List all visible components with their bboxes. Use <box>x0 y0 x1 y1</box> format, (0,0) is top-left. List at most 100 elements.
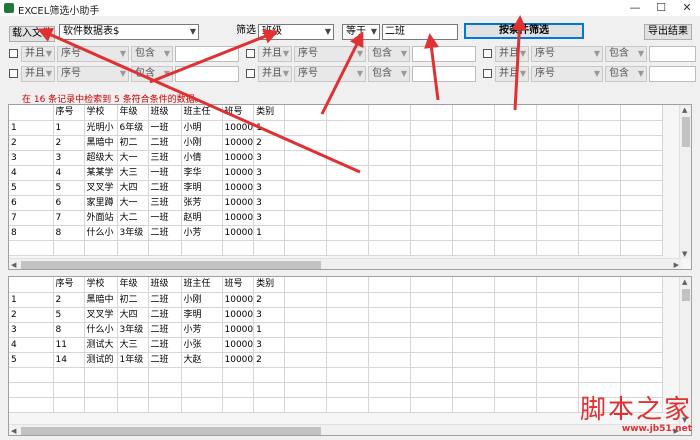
table-cell[interactable]: 1 <box>253 225 286 241</box>
table-cell[interactable]: 10000 <box>222 150 255 166</box>
column-header[interactable]: 班级 <box>148 277 182 293</box>
field-select[interactable]: 班级 ▼ <box>258 24 334 40</box>
table-row[interactable]: 5 5 叉叉学 大四 二班 李明 10000 3 <box>9 180 664 196</box>
condition-value-input[interactable] <box>175 46 239 62</box>
condition-logic-select[interactable]: 并且 ▼ <box>21 66 55 82</box>
table-cell[interactable]: 测试大 <box>84 337 118 353</box>
table-cell[interactable]: 三班 <box>148 195 182 211</box>
scroll-down-icon[interactable]: ▼ <box>682 250 687 258</box>
table-row[interactable] <box>9 367 664 383</box>
table-cell[interactable]: 10000 <box>222 337 255 353</box>
table-cell[interactable]: 初二 <box>117 292 149 308</box>
column-header[interactable]: 班号 <box>222 277 255 293</box>
table-cell[interactable]: 1年级 <box>117 352 149 368</box>
table-cell[interactable]: 赵明 <box>181 210 223 226</box>
table-row[interactable]: 2 2 黑暗中 初二 二班 小刚 10000 2 <box>9 135 664 151</box>
table-cell[interactable]: 小刚 <box>181 292 223 308</box>
table-cell[interactable]: 初二 <box>117 135 149 151</box>
row-header[interactable]: 2 <box>9 307 54 323</box>
table-row[interactable]: 3 8 什么小 3年级 二班 小芳 10000 1 <box>9 322 664 338</box>
scroll-right-icon[interactable]: ▶ <box>674 261 679 269</box>
table-cell[interactable]: 超级大 <box>84 150 118 166</box>
table-cell[interactable]: 8 <box>53 322 85 338</box>
minimize-button[interactable]: — <box>622 0 648 16</box>
row-header[interactable]: 1 <box>9 292 54 308</box>
table-cell[interactable]: 三班 <box>148 150 182 166</box>
close-button[interactable]: ✕ <box>674 0 700 16</box>
table-cell[interactable]: 小张 <box>181 337 223 353</box>
condition-enable-checkbox[interactable] <box>246 49 255 58</box>
condition-field-select[interactable]: 序号 ▼ <box>531 46 603 62</box>
table-cell[interactable]: 10000 <box>222 292 255 308</box>
table-row[interactable] <box>9 397 664 413</box>
scroll-thumb[interactable] <box>21 427 321 435</box>
table-row[interactable]: 1 2 黑暗中 初二 二班 小刚 10000 2 <box>9 292 664 308</box>
table-cell[interactable]: 小芳 <box>181 322 223 338</box>
table-cell[interactable]: 8 <box>53 225 85 241</box>
row-header[interactable]: 5 <box>9 180 54 196</box>
table-cell[interactable]: 大三 <box>117 337 149 353</box>
table-cell[interactable]: 某某学 <box>84 165 118 181</box>
export-button[interactable]: 导出结果 <box>644 24 692 40</box>
table-row[interactable]: 5 14 测试的 1年级 二班 大赵 10000 2 <box>9 352 664 368</box>
table-cell[interactable]: 李华 <box>181 165 223 181</box>
row-header[interactable]: 4 <box>9 165 54 181</box>
table-cell[interactable]: 10000 <box>222 307 255 323</box>
table-cell[interactable]: 一班 <box>148 120 182 136</box>
row-header[interactable]: 3 <box>9 150 54 166</box>
column-header[interactable]: 学校 <box>84 277 118 293</box>
condition-logic-select[interactable]: 并且 ▼ <box>258 46 292 62</box>
table-cell[interactable]: 10000 <box>222 165 255 181</box>
condition-logic-select[interactable]: 并且 ▼ <box>495 66 529 82</box>
source-vertical-scrollbar[interactable]: ▲ ▼ <box>679 105 691 259</box>
column-header[interactable]: 学校 <box>84 105 118 121</box>
row-header[interactable]: 8 <box>9 225 54 241</box>
row-header[interactable]: 5 <box>9 352 54 368</box>
sheet-select[interactable]: 软件数据表$ ▼ <box>59 24 199 40</box>
condition-field-select[interactable]: 序号 ▼ <box>531 66 603 82</box>
condition-logic-select[interactable]: 并且 ▼ <box>21 46 55 62</box>
row-header[interactable]: 4 <box>9 337 54 353</box>
table-cell[interactable]: 1 <box>253 120 286 136</box>
table-cell[interactable]: 10000 <box>222 195 255 211</box>
table-cell[interactable]: 光明小 <box>84 120 118 136</box>
column-header[interactable]: 班级 <box>148 105 182 121</box>
scroll-left-icon[interactable]: ◀ <box>11 427 16 435</box>
table-cell[interactable]: 3 <box>253 210 286 226</box>
condition-value-input[interactable] <box>412 46 476 62</box>
load-file-button[interactable]: 载入文件 <box>9 26 55 42</box>
table-cell[interactable]: 14 <box>53 352 85 368</box>
filter-button[interactable]: 按条件筛选 <box>464 23 584 39</box>
column-header[interactable]: 年级 <box>117 105 149 121</box>
scroll-left-icon[interactable]: ◀ <box>11 261 16 269</box>
table-cell[interactable]: 小倩 <box>181 150 223 166</box>
table-cell[interactable]: 小刚 <box>181 135 223 151</box>
table-cell[interactable]: 1 <box>53 120 85 136</box>
table-cell[interactable]: 7 <box>53 210 85 226</box>
table-row[interactable]: 1 1 光明小 6年级 一班 小明 10000 1 <box>9 120 664 136</box>
table-cell[interactable]: 3 <box>253 165 286 181</box>
table-cell[interactable]: 10000 <box>222 210 255 226</box>
table-cell[interactable]: 测试的 <box>84 352 118 368</box>
column-header[interactable]: 序号 <box>53 105 85 121</box>
table-row[interactable]: 8 8 什么小 3年级 二班 小芳 10000 1 <box>9 225 664 241</box>
source-data-grid[interactable]: 序号 学校 年级 班级 班主任 班号 类别 1 1 光明小 6年级 一班 小明 10000 1 2 2 黑暗中 初二… <box>8 104 692 270</box>
table-cell[interactable]: 5 <box>53 307 85 323</box>
row-header[interactable]: 1 <box>9 120 54 136</box>
table-row[interactable]: 2 5 叉叉学 大四 二班 李明 10000 3 <box>9 307 664 323</box>
table-cell[interactable]: 二班 <box>148 225 182 241</box>
table-cell[interactable]: 3 <box>253 150 286 166</box>
table-cell[interactable]: 黑暗中 <box>84 292 118 308</box>
table-cell[interactable]: 大三 <box>117 165 149 181</box>
condition-operator-select[interactable]: 包含 ▼ <box>131 66 173 82</box>
condition-enable-checkbox[interactable] <box>246 69 255 78</box>
table-cell[interactable]: 3 <box>53 150 85 166</box>
row-header[interactable]: 3 <box>9 322 54 338</box>
operator-select[interactable]: 等于 ▼ <box>342 24 380 40</box>
table-row[interactable] <box>9 240 664 256</box>
column-header[interactable]: 班主任 <box>181 105 223 121</box>
table-cell[interactable]: 二班 <box>148 135 182 151</box>
column-header[interactable]: 年级 <box>117 277 149 293</box>
condition-field-select[interactable]: 序号 ▼ <box>57 66 129 82</box>
table-cell[interactable]: 2 <box>53 292 85 308</box>
